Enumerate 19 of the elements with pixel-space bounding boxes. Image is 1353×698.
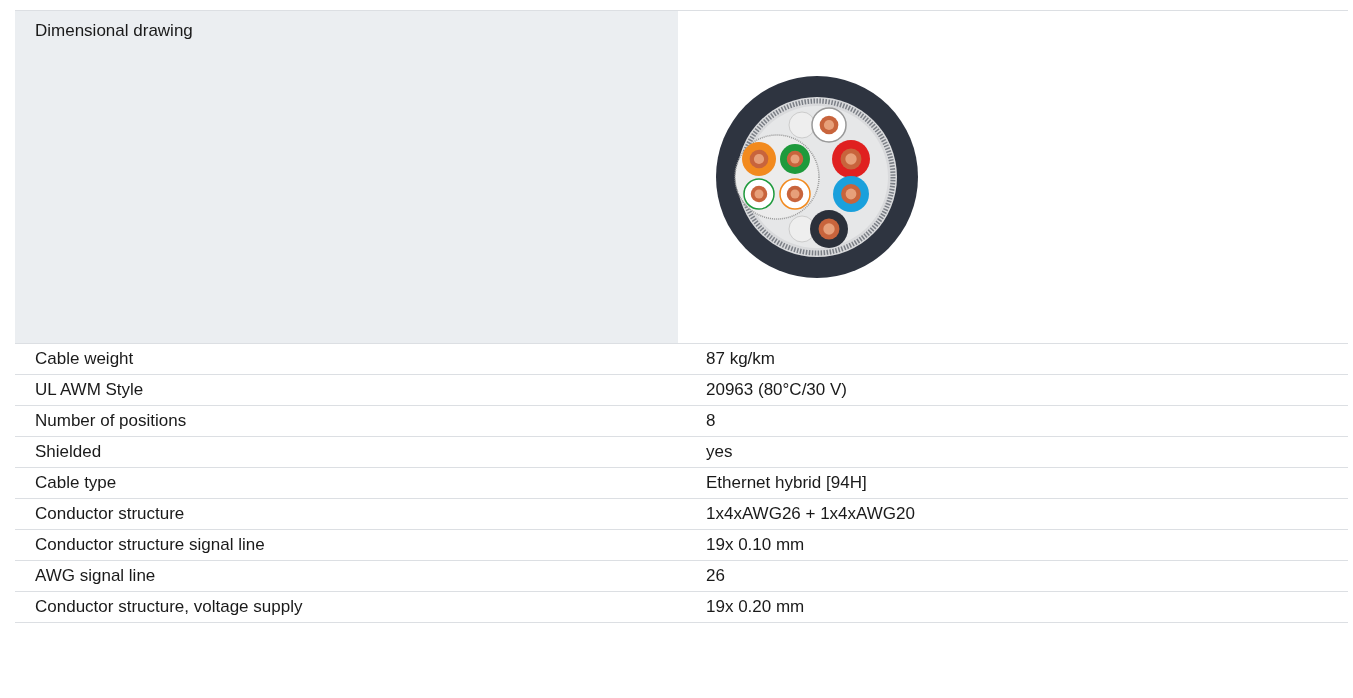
- row-label: Cable type: [35, 473, 117, 492]
- row-label: Conductor structure, voltage supply: [35, 597, 303, 616]
- row-label: Conductor structure signal line: [35, 535, 265, 554]
- row-value: 19x 0.20 mm: [706, 597, 805, 616]
- row-label: Number of positions: [35, 411, 187, 430]
- row-value: 19x 0.10 mm: [706, 535, 805, 554]
- row-value: 26: [706, 566, 725, 585]
- row-value: Ethernet hybrid [94H]: [706, 473, 867, 492]
- row-label: Cable weight: [35, 349, 134, 368]
- row-value: yes: [706, 442, 733, 461]
- row-value: 8: [706, 411, 716, 430]
- row-label: Shielded: [35, 442, 102, 461]
- row-value: 20963 (80°C/30 V): [706, 380, 847, 399]
- row-label: Conductor structure: [35, 504, 185, 523]
- row-label: UL AWM Style: [35, 380, 144, 399]
- row-value: 1x4xAWG26 + 1x4xAWG20: [706, 504, 915, 523]
- row-value: 87 kg/km: [706, 349, 775, 368]
- row-label: AWG signal line: [35, 566, 156, 585]
- row-label: Dimensional drawing: [35, 21, 193, 40]
